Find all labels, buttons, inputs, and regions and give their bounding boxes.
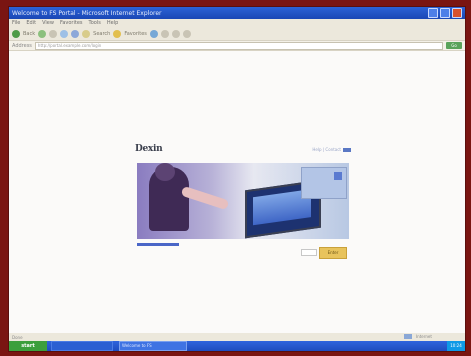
address-label: Address — [12, 42, 32, 49]
address-input[interactable]: http://portal.example.com/login — [34, 41, 443, 50]
minimize-button[interactable] — [428, 8, 438, 18]
back-label[interactable]: Back — [23, 31, 35, 37]
status-bar: Done Internet — [9, 333, 465, 341]
menu-file[interactable]: File — [12, 20, 20, 26]
taskbar-item[interactable]: Welcome to FS — [119, 341, 187, 351]
top-link-badge[interactable] — [343, 147, 351, 152]
stop-icon[interactable] — [49, 29, 58, 38]
top-links: Help | Contact — [312, 147, 351, 152]
login-card: Dexin Help | Contact Enter — [135, 139, 357, 291]
login-link[interactable] — [137, 243, 179, 246]
brand-logo: Dexin — [135, 144, 163, 154]
status-zone-text: Internet — [416, 334, 432, 339]
browser-window: Welcome to FS Portal - Microsoft Interne… — [8, 6, 466, 352]
menu-view[interactable]: View — [42, 20, 54, 26]
start-button[interactable]: start — [9, 341, 47, 351]
hero-image — [137, 163, 349, 239]
toolbar: Back Search Favorites — [9, 27, 465, 41]
menu-help[interactable]: Help — [107, 20, 118, 26]
search-label[interactable]: Search — [93, 31, 110, 37]
page-content: Dexin Help | Contact Enter — [9, 51, 465, 333]
forward-icon[interactable] — [38, 29, 47, 38]
history-icon[interactable] — [160, 29, 169, 38]
taskbar: start Welcome to FS 10:24 — [9, 341, 465, 351]
quick-launch[interactable] — [51, 341, 113, 351]
title-bar[interactable]: Welcome to FS Portal - Microsoft Interne… — [9, 7, 465, 19]
globe-icon — [404, 334, 412, 339]
menu-tools[interactable]: Tools — [89, 20, 101, 26]
status-text: Done — [12, 334, 23, 340]
menu-edit[interactable]: Edit — [26, 20, 36, 26]
address-bar: Address http://portal.example.com/login … — [9, 41, 465, 51]
enter-button[interactable]: Enter — [319, 247, 347, 259]
close-button[interactable] — [452, 8, 462, 18]
tray-clock: 10:24 — [447, 341, 465, 351]
top-link-text[interactable]: Help | Contact — [312, 147, 341, 152]
favorites-icon[interactable] — [113, 29, 122, 38]
go-button[interactable]: Go — [446, 42, 462, 49]
refresh-icon[interactable] — [60, 29, 69, 38]
hero-head — [155, 163, 175, 181]
window-title: Welcome to FS Portal - Microsoft Interne… — [12, 9, 162, 17]
home-icon[interactable] — [71, 29, 80, 38]
menu-bar: File Edit View Favorites Tools Help — [9, 19, 465, 27]
menu-favorites[interactable]: Favorites — [60, 20, 83, 26]
back-icon[interactable] — [12, 29, 20, 38]
favorites-label[interactable]: Favorites — [124, 31, 147, 37]
search-icon[interactable] — [82, 29, 91, 38]
maximize-button[interactable] — [440, 8, 450, 18]
login-field[interactable] — [301, 249, 317, 256]
status-right: Internet — [404, 334, 464, 339]
hero-panel — [301, 167, 347, 199]
mail-icon[interactable] — [171, 29, 180, 38]
media-icon[interactable] — [149, 29, 158, 38]
print-icon[interactable] — [182, 29, 191, 38]
hero-panel-dot — [334, 172, 342, 180]
